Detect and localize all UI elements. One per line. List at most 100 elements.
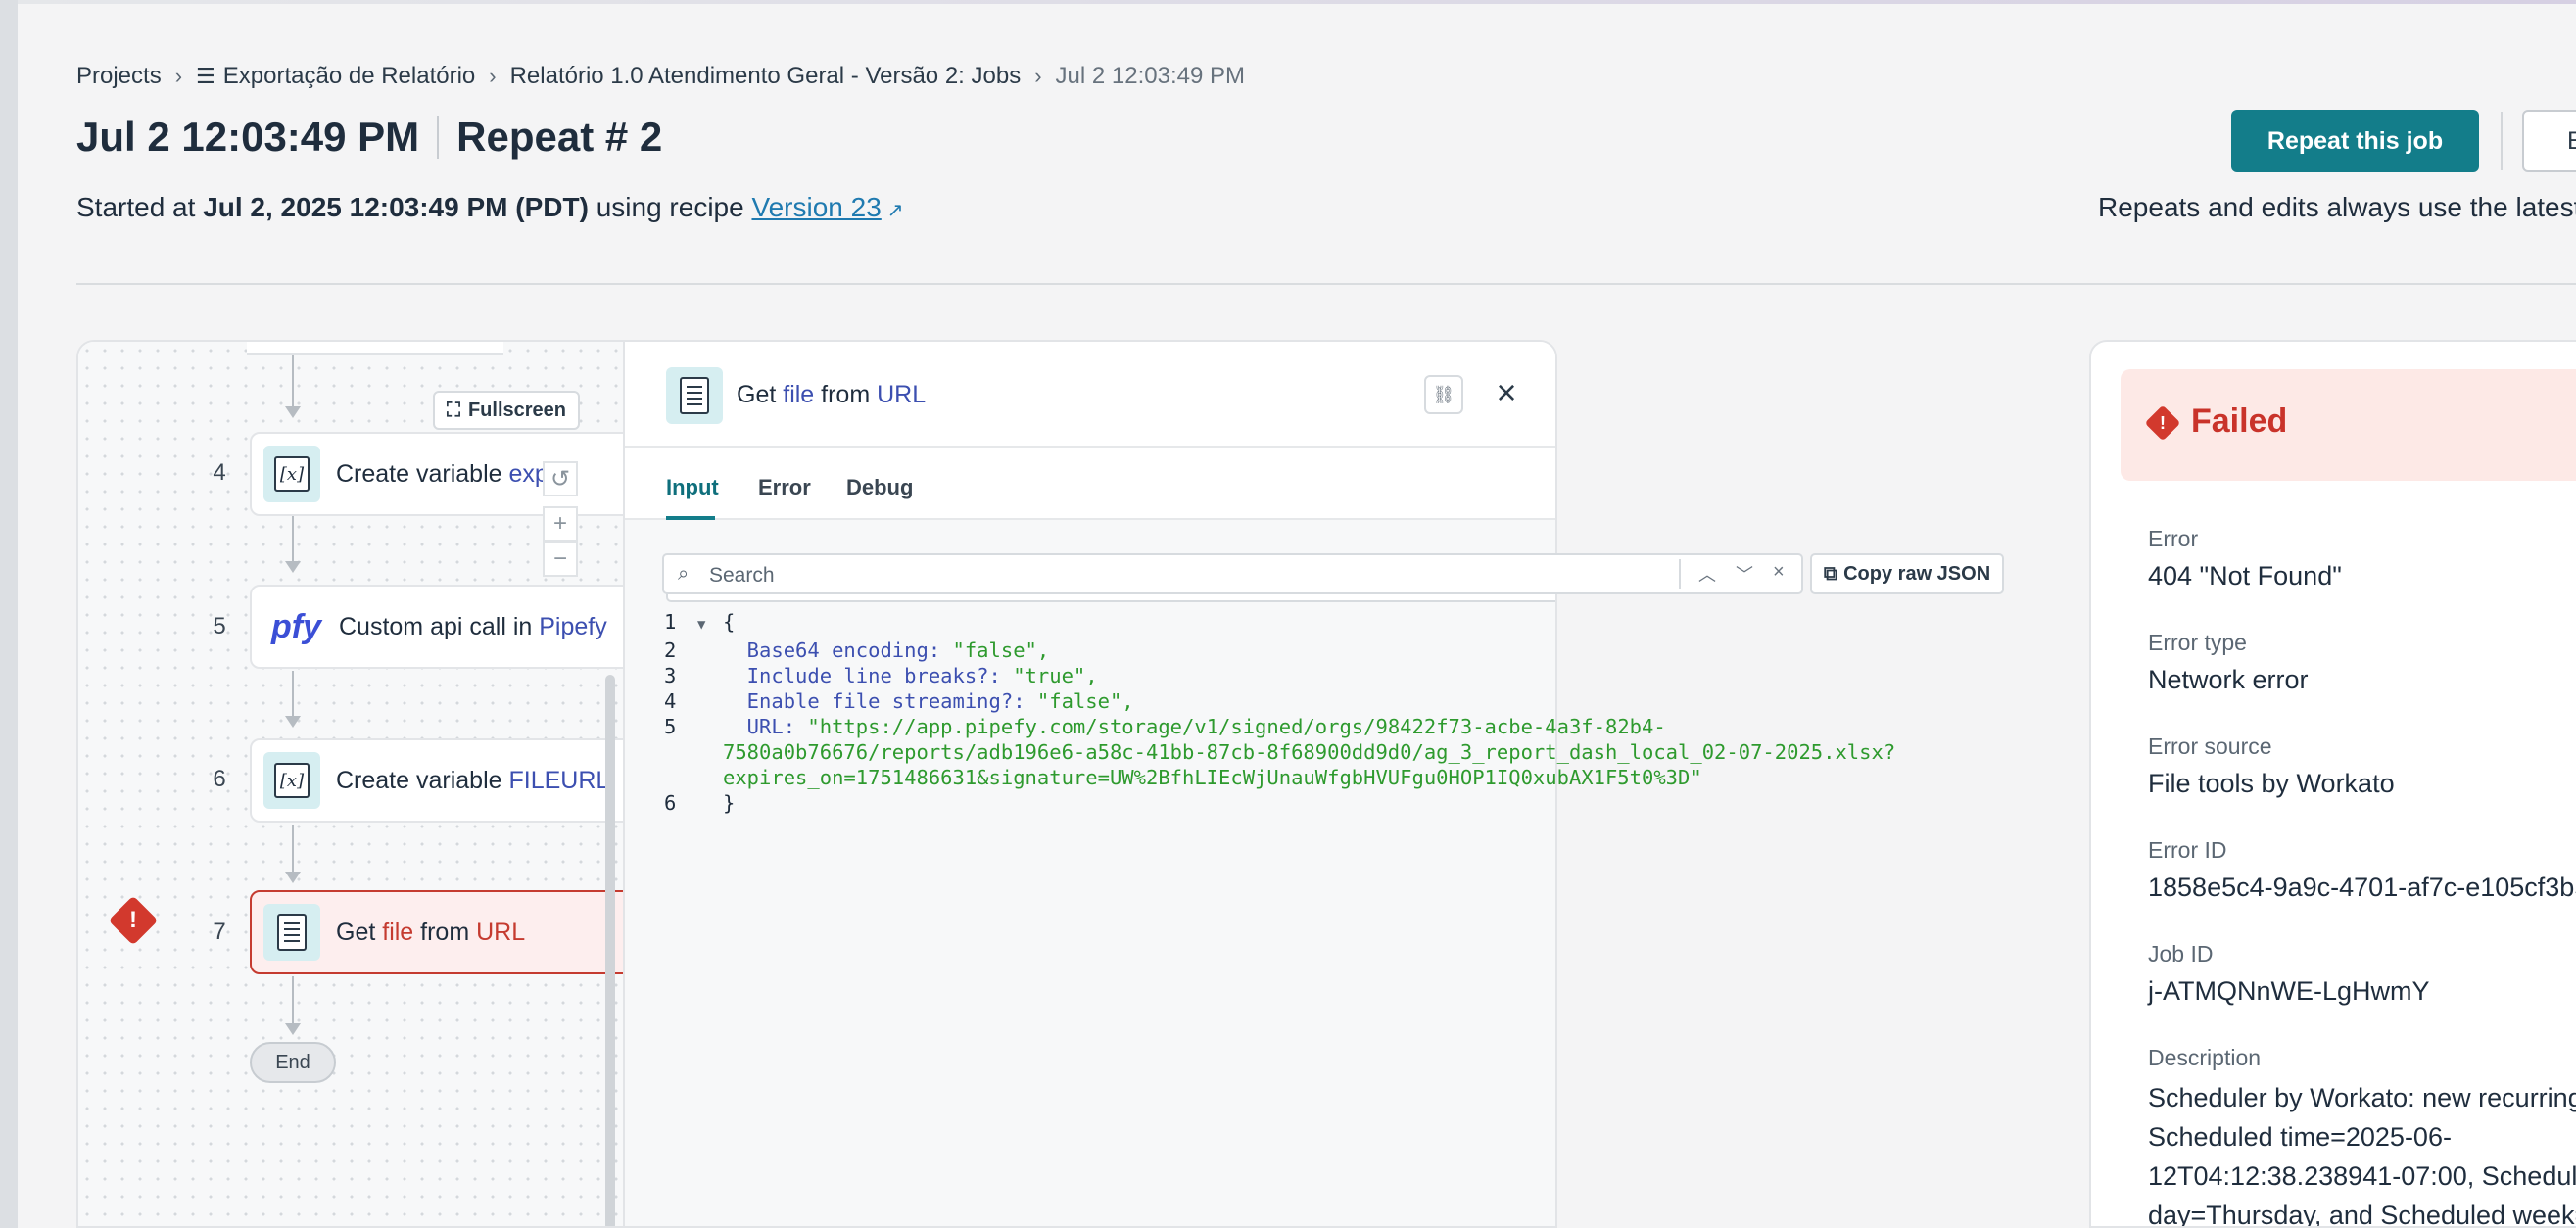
chevron-right-icon: › (1034, 64, 1042, 88)
line-number: 6 (664, 791, 677, 815)
json-key: Include line breaks?: (723, 664, 1014, 687)
expand-icon: ⛶ (446, 399, 460, 421)
json-value: "true", (1013, 664, 1098, 687)
chevron-right-icon: › (174, 64, 183, 88)
end-node: End (250, 1042, 336, 1083)
arrow-down-icon (285, 561, 301, 573)
code-line: 4 Enable file streaming?: "false", (664, 688, 1895, 714)
repeat-job-button[interactable]: Repeat this job (2231, 110, 2479, 172)
connector-line (292, 516, 294, 565)
fullscreen-button[interactable]: ⛶ Fullscreen (433, 391, 580, 430)
edit-job-button[interactable]: E (2522, 110, 2576, 172)
arrow-down-icon (285, 1023, 301, 1035)
json-value: "false", (1036, 689, 1134, 713)
fold-caret-icon[interactable]: ▼ (697, 612, 723, 638)
code-line: expires_on=1751486631&signature=UW%2BfhL… (664, 765, 1895, 790)
code-line: 1 ▼{ (664, 609, 1895, 638)
chevron-down-icon[interactable]: ﹀ (1736, 561, 1753, 587)
breadcrumb-recipe[interactable]: Relatório 1.0 Atendimento Geral - Versão… (510, 63, 1022, 90)
detail-title-text: from (814, 381, 878, 408)
json-value: 7580a0b76676/reports/adb196e6-a58c-41bb-… (723, 740, 1896, 764)
code-line: 6} (664, 790, 1895, 816)
json-key: Base64 encoding: (723, 638, 953, 662)
field-label-error-id: Error ID (2148, 837, 2227, 863)
version-link[interactable]: Version 23 (751, 192, 881, 222)
json-viewer[interactable]: 1 ▼{ 2 Base64 encoding: "false", 3 Includ… (664, 609, 1895, 816)
step-label: from (413, 918, 477, 946)
step-number: 7 (213, 919, 226, 945)
breadcrumb-job: Jul 2 12:03:49 PM (1055, 63, 1245, 89)
breadcrumb-folder[interactable]: Exportação de Relatório (223, 63, 475, 90)
step-number: 4 (213, 459, 226, 486)
job-result-panel: ! Failed Error 404 "Not Found" Error typ… (2089, 340, 2576, 1228)
zoom-out-button[interactable]: − (543, 542, 578, 577)
exclamation-icon: ! (2160, 412, 2166, 433)
arrow-down-icon (285, 716, 301, 728)
connector-line (292, 355, 294, 410)
left-rail (0, 0, 18, 1228)
breadcrumb-projects[interactable]: Projects (76, 63, 162, 90)
step-create-variable-fileurl[interactable]: [x] Create variable FILEURL (250, 738, 661, 823)
document-icon (666, 367, 723, 424)
code-text: } (723, 791, 736, 815)
step-number: 6 (213, 766, 226, 792)
previous-step-edge (247, 342, 503, 355)
reset-view-icon[interactable]: ↺ (543, 461, 578, 496)
copy-raw-json-button[interactable]: ⧉ Copy raw JSON (1810, 553, 2004, 594)
field-value-error-source: File tools by Workato (2148, 769, 2395, 798)
detail-title-keyword: file (783, 381, 815, 408)
variable-icon: [x] (263, 446, 320, 502)
field-value-job-id: j-ATMQNnWE-LgHwmY (2148, 976, 2430, 1006)
step-keyword: URL (476, 918, 526, 946)
detail-tabs: Input Error Debug (625, 448, 1555, 520)
step-create-variable-expo[interactable]: [x] Create variable expo (250, 432, 661, 516)
field-value-error: 404 "Not Found" (2148, 561, 2342, 590)
close-icon[interactable]: × (1487, 372, 1526, 412)
repeat-note: Repeats and edits always use the latest … (2098, 192, 2576, 222)
exclamation-icon: ! (129, 907, 137, 933)
document-icon (263, 904, 320, 961)
page-title: Jul 2 12:03:49 PM Repeat # 2 (76, 114, 662, 161)
detail-header: Get file from URL ⛓ × (625, 342, 1555, 448)
json-key: URL: (723, 715, 808, 738)
step-label: Create variable (336, 766, 509, 794)
detail-title-text: Get (737, 381, 784, 408)
line-number: 4 (664, 689, 677, 713)
search-placeholder: Search (709, 564, 775, 587)
zoom-in-button[interactable]: + (543, 506, 578, 542)
started-mid: using recipe (596, 192, 744, 222)
clear-search-icon[interactable]: × (1773, 561, 1785, 584)
tab-error[interactable]: Error (758, 475, 811, 500)
json-search-bar[interactable]: ⌕ Search ︿ ﹀ × (662, 553, 1803, 594)
tab-input[interactable]: Input (666, 475, 719, 500)
copy-icon: ⧉ (1823, 562, 1838, 585)
arrow-down-icon (285, 872, 301, 883)
recipe-canvas[interactable]: ⛶ Fullscreen 4 [x] Create variable expo … (78, 342, 661, 1226)
started-prefix: Started at (76, 192, 196, 222)
step-label: Custom api call in (339, 612, 540, 640)
line-number: 2 (664, 638, 677, 662)
tab-debug[interactable]: Debug (846, 475, 913, 500)
search-icon: ⌕ (678, 563, 690, 585)
step-number: 5 (213, 613, 226, 639)
field-label-description: Description (2148, 1045, 2262, 1070)
chevron-right-icon: › (489, 64, 497, 88)
title-divider (437, 116, 440, 159)
arrow-down-icon (285, 406, 301, 418)
chevron-up-icon[interactable]: ︿ (1698, 561, 1716, 587)
variable-icon: [x] (263, 752, 320, 809)
header-rule (76, 283, 2576, 285)
layers-icon: ☰ (196, 64, 215, 88)
copy-link-icon[interactable]: ⛓ (1424, 375, 1463, 414)
canvas-scrollbar[interactable] (605, 675, 615, 1226)
step-custom-api-call-pipefy[interactable]: pfy Custom api call in Pipefy (250, 585, 661, 669)
line-number: 3 (664, 664, 677, 687)
step-get-file-from-url[interactable]: Get file from URL (250, 890, 661, 974)
step-keyword: Pipefy (539, 612, 607, 640)
status-banner: ! Failed (2121, 369, 2576, 481)
connector-line (292, 825, 294, 875)
json-value: "false", (952, 638, 1050, 662)
json-key: Enable file streaming?: (723, 689, 1037, 713)
job-title: Jul 2 12:03:49 PM (76, 114, 420, 160)
detail-title: Get file from URL (737, 381, 926, 409)
